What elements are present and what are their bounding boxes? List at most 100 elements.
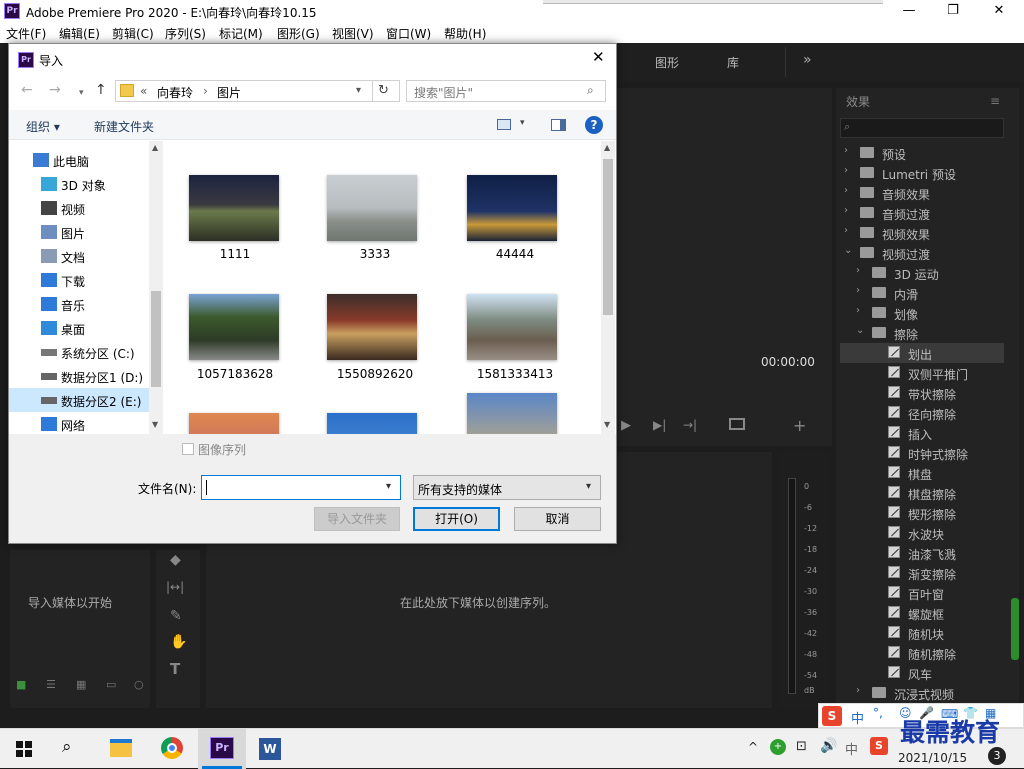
step-forward-icon[interactable]: ▶|: [653, 418, 666, 432]
back-arrow-icon[interactable]: ←: [21, 82, 33, 98]
chevron-right-icon[interactable]: ›: [856, 685, 860, 696]
scroll-up-icon[interactable]: ▲: [152, 143, 158, 152]
menu-help[interactable]: 帮助(H): [444, 25, 486, 42]
list-view-icon[interactable]: ☰: [46, 678, 56, 691]
forward-arrow-icon[interactable]: →: [49, 82, 61, 98]
type-tool-icon[interactable]: T: [170, 660, 180, 678]
file-item[interactable]: 44444: [445, 141, 585, 261]
filetype-select[interactable]: 所有支持的媒体 ▾: [413, 475, 601, 500]
nav-item[interactable]: 桌面: [9, 316, 149, 340]
input-method-label[interactable]: 中: [845, 739, 858, 758]
chrome-icon[interactable]: [161, 737, 183, 759]
menu-clip[interactable]: 剪辑(C): [112, 25, 154, 42]
zoom-slider-handle-icon[interactable]: ○: [134, 678, 144, 691]
open-button[interactable]: 打开(O): [413, 507, 500, 531]
chevron-right-icon[interactable]: ›: [856, 285, 860, 296]
workspace-tab-graphics[interactable]: 图形: [655, 54, 679, 71]
punctuation-icon[interactable]: °,: [873, 706, 883, 720]
effects-search-input[interactable]: ⌕: [840, 118, 1004, 138]
nav-item[interactable]: 视频: [9, 196, 149, 220]
preview-pane-icon[interactable]: [551, 119, 566, 131]
organize-button[interactable]: 组织 ▾: [26, 118, 60, 135]
nav-item[interactable]: 数据分区2 (E:): [9, 388, 149, 412]
effect-item[interactable]: 棋盘擦除: [840, 483, 1004, 503]
effect-folder[interactable]: › Lumetri 预设: [840, 163, 1004, 183]
windows-start-icon[interactable]: [16, 741, 32, 757]
search-box[interactable]: 搜索"图片" ⌕: [406, 80, 606, 102]
view-dropdown-icon[interactable]: ▾: [520, 118, 525, 128]
menu-view[interactable]: 视图(V): [332, 25, 374, 42]
view-options-icon[interactable]: [497, 119, 511, 130]
recent-locations-icon[interactable]: ▾: [79, 88, 84, 98]
effect-folder[interactable]: › 视频效果: [840, 223, 1004, 243]
nav-item[interactable]: 3D 对象: [9, 172, 149, 196]
file-item[interactable]: 1057183628: [165, 261, 305, 381]
effect-item[interactable]: 插入: [840, 423, 1004, 443]
chevron-right-icon[interactable]: ›: [856, 305, 860, 316]
filename-input[interactable]: ▾: [201, 475, 401, 500]
effect-item[interactable]: 百叶窗: [840, 583, 1004, 603]
sogou-tray-icon[interactable]: S: [870, 737, 888, 755]
file-item[interactable]: 3333: [305, 141, 445, 261]
nav-item[interactable]: 下载: [9, 268, 149, 292]
effects-scrollbar-thumb[interactable]: [1011, 598, 1019, 660]
effect-item[interactable]: 随机块: [840, 623, 1004, 643]
menu-file[interactable]: 文件(F): [6, 25, 46, 42]
new-folder-button[interactable]: 新建文件夹: [94, 118, 154, 135]
chevron-right-icon[interactable]: ›: [844, 205, 848, 216]
volume-icon[interactable]: 🔊: [820, 738, 837, 754]
address-bar[interactable]: « 向春玲 › 图片 ▾ ↻: [115, 80, 400, 102]
effect-item[interactable]: 划出: [840, 343, 1004, 363]
menu-graphics[interactable]: 图形(G): [277, 25, 320, 42]
effect-folder[interactable]: › 划像: [840, 303, 1004, 323]
date-text[interactable]: 2021/10/15: [898, 751, 967, 765]
refresh-icon[interactable]: ↻: [378, 83, 389, 98]
menu-window[interactable]: 窗口(W): [386, 25, 431, 42]
menu-marker[interactable]: 标记(M): [219, 25, 263, 42]
files-scrollbar[interactable]: ▲ ▼: [601, 141, 615, 434]
panel-menu-icon[interactable]: ≡: [990, 94, 1000, 108]
import-folder-button[interactable]: 导入文件夹: [314, 507, 400, 531]
nav-scrollbar-thumb[interactable]: [151, 291, 161, 387]
file-item[interactable]: 1550892620: [305, 261, 445, 381]
ripple-edit-tool-icon[interactable]: ◆: [170, 552, 181, 568]
chevron-right-icon[interactable]: ›: [844, 145, 848, 156]
breadcrumb-current[interactable]: 图片: [217, 84, 241, 101]
scroll-down-icon[interactable]: ▼: [604, 420, 610, 429]
effect-item[interactable]: 风车: [840, 663, 1004, 683]
close-window-button[interactable]: ✕: [976, 2, 1022, 20]
effect-item[interactable]: 螺旋框: [840, 603, 1004, 623]
help-icon[interactable]: ?: [585, 116, 603, 134]
search-icon[interactable]: ⌕: [587, 83, 594, 98]
nav-item[interactable]: 文档: [9, 244, 149, 268]
nav-item[interactable]: 网络: [9, 412, 149, 432]
file-item[interactable]: [445, 381, 585, 434]
360-tray-icon[interactable]: +: [770, 739, 786, 755]
effect-item[interactable]: 棋盘: [840, 463, 1004, 483]
word-icon[interactable]: W: [259, 738, 281, 760]
effect-folder[interactable]: › 音频过渡: [840, 203, 1004, 223]
maximize-button[interactable]: ❐: [930, 2, 976, 20]
chevron-right-icon[interactable]: ›: [844, 185, 848, 196]
breadcrumb-folder[interactable]: 向春玲: [157, 84, 193, 101]
effect-item[interactable]: 随机擦除: [840, 643, 1004, 663]
up-arrow-icon[interactable]: ↑: [95, 82, 107, 98]
play-icon[interactable]: ▶: [621, 418, 631, 433]
filename-dropdown-icon[interactable]: ▾: [386, 481, 391, 492]
address-dropdown-icon[interactable]: ▾: [356, 85, 361, 96]
chevron-right-icon[interactable]: ›: [844, 165, 848, 176]
effect-folder[interactable]: › 沉浸式视频: [840, 683, 1004, 703]
effect-item[interactable]: 径向擦除: [840, 403, 1004, 423]
minimize-button[interactable]: —: [886, 2, 932, 20]
taskbar-active-app[interactable]: Pr: [198, 729, 246, 769]
file-explorer-icon[interactable]: [110, 739, 132, 757]
breadcrumb-overflow[interactable]: «: [140, 84, 147, 98]
search-icon[interactable]: ⌕: [62, 737, 72, 757]
image-sequence-checkbox[interactable]: [182, 443, 194, 455]
effect-item[interactable]: 双侧平推门: [840, 363, 1004, 383]
hand-tool-icon[interactable]: ✋: [170, 634, 187, 650]
network-tray-icon[interactable]: ⊡: [796, 739, 807, 754]
effect-folder[interactable]: › 预设: [840, 143, 1004, 163]
effect-item[interactable]: 渐变擦除: [840, 563, 1004, 583]
nav-scrollbar[interactable]: ▲ ▼: [149, 141, 163, 434]
